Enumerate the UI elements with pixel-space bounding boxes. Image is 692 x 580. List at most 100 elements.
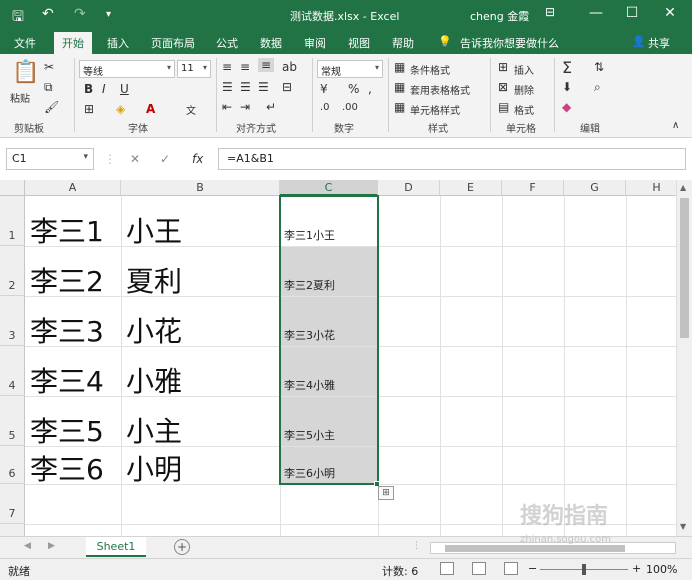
tab-data[interactable]: 数据 xyxy=(260,35,282,51)
format-as-table-icon[interactable]: ▦ xyxy=(394,80,405,94)
borders-icon[interactable]: ⊞ xyxy=(84,102,94,116)
cell-styles-icon[interactable]: ▦ xyxy=(394,100,405,114)
column-header-h[interactable]: H xyxy=(626,180,676,196)
font-color-icon[interactable]: A xyxy=(146,102,155,116)
minimize-button[interactable]: — xyxy=(586,5,606,21)
font-name-combo[interactable]: 等线 ▾ xyxy=(79,60,175,78)
delete-cells-icon[interactable]: ⊠ xyxy=(498,80,508,94)
bold-icon[interactable]: B xyxy=(84,82,93,96)
sheet-tab-sheet1[interactable]: Sheet1 xyxy=(86,537,146,557)
cell-a2[interactable]: 李三2 xyxy=(30,260,104,300)
redo-icon[interactable]: ↷ xyxy=(74,6,86,22)
format-cells-icon[interactable]: ▤ xyxy=(498,100,509,114)
quick-analysis-icon[interactable]: ⊞ xyxy=(378,486,394,500)
italic-icon[interactable]: I xyxy=(102,82,106,96)
align-left-icon[interactable]: ☰ xyxy=(222,80,233,94)
autosum-icon[interactable]: Σ xyxy=(562,58,572,77)
tab-home[interactable]: 开始 xyxy=(54,32,92,54)
cell-b3[interactable]: 小花 xyxy=(126,310,182,350)
percent-icon[interactable]: % xyxy=(348,82,359,96)
fill-icon[interactable]: ⬇ xyxy=(562,80,572,94)
zoom-level[interactable]: 100% xyxy=(646,563,677,576)
collapse-ribbon-icon[interactable]: ∧ xyxy=(672,120,679,131)
insert-function-icon[interactable]: fx xyxy=(192,152,203,166)
copy-icon[interactable]: ⧉ xyxy=(44,80,53,95)
formula-input[interactable]: =A1&B1 xyxy=(218,148,686,170)
worksheet-grid[interactable]: A B C D E F G H 1 2 3 4 5 6 7 李三1 小王 李三1… xyxy=(0,180,676,536)
align-bottom-icon[interactable]: ≡ xyxy=(258,58,275,72)
scroll-down-icon[interactable]: ▼ xyxy=(680,522,686,531)
zoom-slider-knob[interactable] xyxy=(582,564,586,575)
scroll-thumb[interactable] xyxy=(445,545,625,552)
cell-styles-button[interactable]: 单元格样式 xyxy=(410,102,460,117)
cell-a1[interactable]: 李三1 xyxy=(30,210,104,250)
conditional-formatting-icon[interactable]: ▦ xyxy=(394,60,405,74)
cell-b2[interactable]: 夏利 xyxy=(126,260,182,300)
enter-icon[interactable]: ✓ xyxy=(160,152,170,166)
add-sheet-icon[interactable]: + xyxy=(174,539,190,555)
format-painter-icon[interactable]: 🖌 xyxy=(44,100,59,114)
save-icon[interactable]: 🖫 xyxy=(12,6,24,30)
page-layout-view-icon[interactable] xyxy=(472,562,486,575)
column-header-d[interactable]: D xyxy=(378,180,440,196)
customize-quick-access-icon[interactable]: ▾ xyxy=(106,9,111,20)
tab-formulas[interactable]: 公式 xyxy=(216,35,238,51)
cancel-icon[interactable]: ✕ xyxy=(130,152,140,166)
orientation-icon[interactable]: ab xyxy=(282,60,297,74)
tab-insert[interactable]: 插入 xyxy=(107,35,129,51)
scroll-up-icon[interactable]: ▲ xyxy=(680,183,686,192)
conditional-formatting-button[interactable]: 条件格式 xyxy=(410,62,450,77)
next-sheet-icon[interactable]: ▶ xyxy=(48,541,55,551)
tab-review[interactable]: 审阅 xyxy=(304,35,326,51)
row-header-2[interactable]: 2 xyxy=(0,246,25,296)
align-top-icon[interactable]: ≡ xyxy=(222,60,232,74)
align-center-icon[interactable]: ☰ xyxy=(240,80,251,94)
align-right-icon[interactable]: ☰ xyxy=(258,80,269,94)
share-icon[interactable]: 👤 xyxy=(632,35,646,48)
decrease-indent-icon[interactable]: ⇤ xyxy=(222,100,232,114)
cut-icon[interactable]: ✂ xyxy=(44,60,54,74)
font-size-combo[interactable]: 11 ▾ xyxy=(177,60,211,78)
tab-view[interactable]: 视图 xyxy=(348,35,370,51)
prev-sheet-icon[interactable]: ◀ xyxy=(24,541,31,551)
format-cells-button[interactable]: 格式 xyxy=(514,102,534,117)
cell-b6[interactable]: 小明 xyxy=(126,448,182,488)
column-header-b[interactable]: B xyxy=(121,180,280,196)
row-header-1[interactable]: 1 xyxy=(0,196,25,246)
phonetic-icon[interactable]: 文 xyxy=(186,102,196,117)
fill-color-icon[interactable]: ◈ xyxy=(116,102,125,116)
row-header-6[interactable]: 6 xyxy=(0,446,25,484)
increase-decimal-icon[interactable]: .0 xyxy=(320,102,330,113)
paste-button[interactable]: 粘贴 xyxy=(10,90,30,105)
cell-b1[interactable]: 小王 xyxy=(126,210,182,250)
column-header-e[interactable]: E xyxy=(440,180,502,196)
select-all-corner[interactable] xyxy=(0,180,25,196)
scroll-thumb[interactable] xyxy=(680,198,689,338)
page-break-view-icon[interactable] xyxy=(504,562,518,575)
column-header-a[interactable]: A xyxy=(25,180,121,196)
comma-style-icon[interactable]: , xyxy=(368,82,372,96)
cell-a4[interactable]: 李三4 xyxy=(30,360,104,400)
insert-cells-button[interactable]: 插入 xyxy=(514,62,534,77)
cell-a6[interactable]: 李三6 xyxy=(30,448,104,488)
wrap-text-icon[interactable]: ↵ xyxy=(266,100,276,114)
tab-help[interactable]: 帮助 xyxy=(392,35,414,51)
cell-a5[interactable]: 李三5 xyxy=(30,410,104,450)
tell-me-search[interactable]: 告诉我你想要做什么 xyxy=(460,35,559,51)
zoom-out-icon[interactable]: − xyxy=(528,562,537,575)
zoom-in-icon[interactable]: + xyxy=(632,562,641,575)
increase-indent-icon[interactable]: ⇥ xyxy=(240,100,250,114)
align-middle-icon[interactable]: ≡ xyxy=(240,60,250,74)
cell-b5[interactable]: 小主 xyxy=(126,410,182,450)
column-header-c[interactable]: C xyxy=(280,180,378,196)
decrease-decimal-icon[interactable]: .00 xyxy=(342,102,358,113)
find-select-icon[interactable]: ⌕ xyxy=(594,80,601,95)
normal-view-icon[interactable] xyxy=(440,562,454,575)
ribbon-display-options-icon[interactable]: ⊟ xyxy=(540,5,560,19)
tab-file[interactable]: 文件 xyxy=(14,35,36,51)
merge-center-icon[interactable]: ⊟ xyxy=(282,80,292,94)
name-box[interactable]: C1 ▾ xyxy=(6,148,94,170)
number-format-combo[interactable]: 常规 ▾ xyxy=(317,60,383,78)
underline-icon[interactable]: U xyxy=(120,82,129,96)
column-header-f[interactable]: F xyxy=(502,180,564,196)
